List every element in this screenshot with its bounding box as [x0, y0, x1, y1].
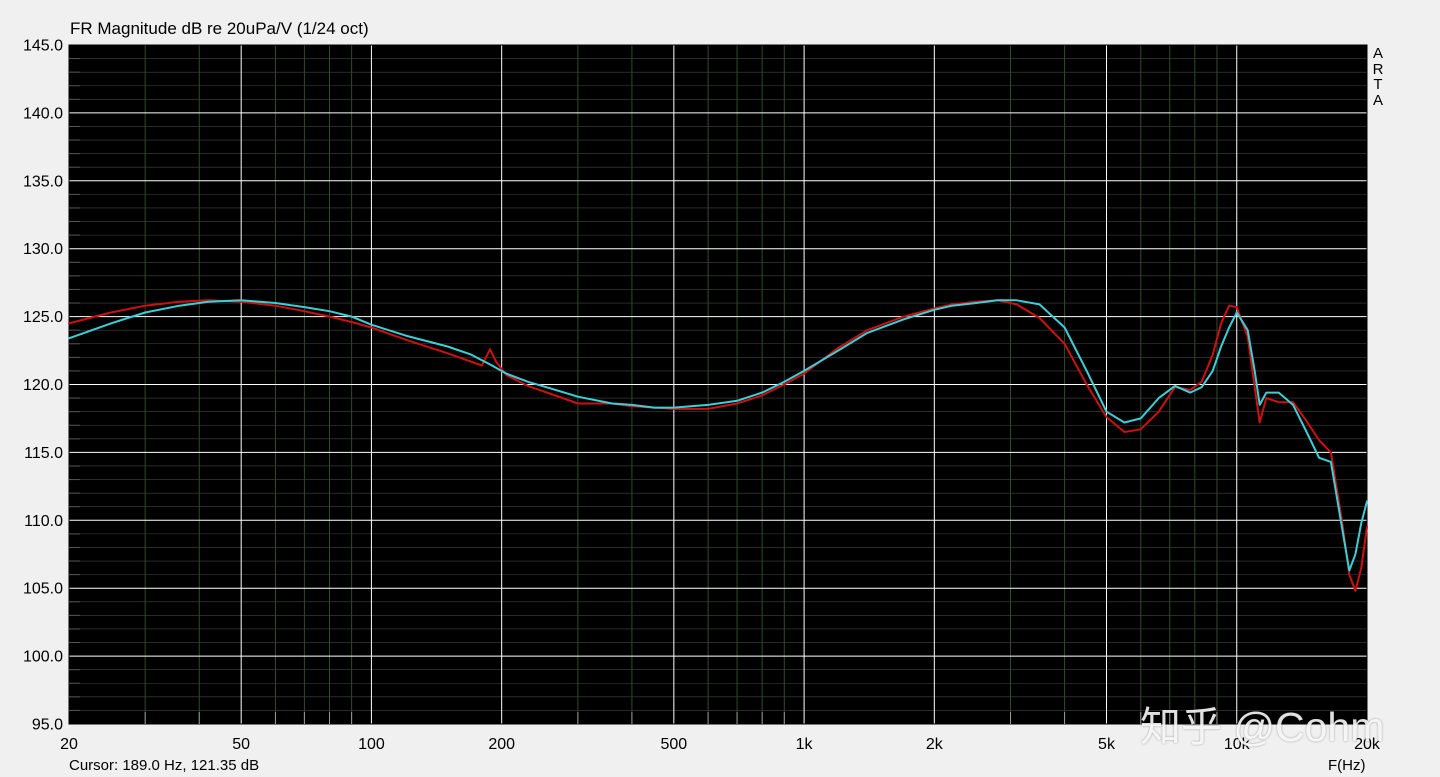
x-tick-label: 2k: [926, 736, 944, 753]
x-tick-label: 50: [232, 736, 250, 753]
frequency-response-chart[interactable]: 95.0 100.0 105.0 110.0 115.0 120.0 125.0 130.0 1…: [0, 0, 1440, 777]
x-axis-label: F(Hz): [1328, 757, 1366, 774]
y-tick-label: 135.0: [23, 173, 63, 190]
y-tick-label: 130.0: [23, 241, 63, 258]
cursor-readout: Cursor: 189.0 Hz, 121.35 dB: [69, 757, 260, 774]
y-tick-label: 110.0: [24, 513, 63, 530]
arta-brand-mark: ARTA: [1372, 45, 1384, 109]
x-tick-label: 100: [358, 736, 385, 753]
y-tick-label: 125.0: [23, 309, 63, 326]
y-tick-label: 145.0: [23, 38, 63, 55]
x-tick-label: 1k: [796, 736, 814, 753]
y-tick-label: 100.0: [23, 649, 63, 666]
x-tick-label: 5k: [1098, 736, 1116, 753]
x-tick-label: 500: [660, 736, 687, 753]
y-tick-label: 115.0: [24, 445, 63, 462]
y-tick-label: 105.0: [23, 581, 63, 598]
x-tick-label: 200: [488, 736, 515, 753]
y-tick-label: 120.0: [23, 377, 63, 394]
watermark: 知乎 @Cohm: [1140, 704, 1385, 750]
x-tick-label: 20: [60, 736, 78, 753]
y-tick-label: 95.0: [32, 717, 63, 734]
y-tick-label: 140.0: [23, 105, 63, 122]
